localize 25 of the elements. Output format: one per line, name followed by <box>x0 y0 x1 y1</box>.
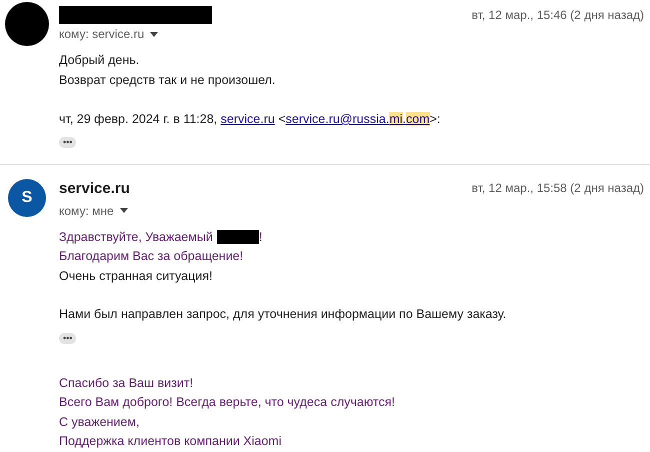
message-line: Возврат средств так и не произошел. <box>59 72 276 89</box>
redacted-avatar <box>5 2 49 46</box>
message-line: С уважением, <box>59 414 140 431</box>
show-trimmed-button[interactable]: ••• <box>59 332 76 344</box>
email-link[interactable]: service.ru <box>220 112 275 126</box>
message-date: вт, 12 мар., 15:58 (2 дня назад) <box>472 180 644 197</box>
message-line: Добрый день. <box>59 52 140 69</box>
message-line: Очень странная ситуация! <box>59 268 212 285</box>
recipient-label: кому: service.ru <box>59 26 144 43</box>
message-line: Спасибо за Ваш визит! <box>59 374 194 392</box>
recipient-label: кому: мне <box>59 202 114 220</box>
quote-header: чт, 29 февр. 2024 г. в 11:28, service.ru <service.ru@russia.mi.com>: <box>59 111 442 128</box>
message-date: вт, 12 мар., 15:46 (2 дня назад) <box>472 7 644 24</box>
dropdown-icon[interactable] <box>150 32 158 36</box>
sender-name: service.ru <box>59 179 130 199</box>
dropdown-icon[interactable] <box>120 208 128 213</box>
email-link[interactable]: service.ru@russia.mi.com <box>286 112 430 126</box>
message-line: Поддержка клиентов компании Xiaomi <box>59 433 282 450</box>
sender-avatar: S <box>8 179 46 217</box>
message-line: Всего Вам доброго! Всегда верьте, что чудеса случаются! <box>59 394 395 411</box>
message-line: ! <box>258 228 262 246</box>
message-line: Здравствуйте, Уважаемый <box>59 228 213 246</box>
message-line: Нами был направлен запрос, для уточнения информации по Вашему заказу. <box>59 306 506 323</box>
show-trimmed-button[interactable]: ••• <box>59 137 76 148</box>
message-line: Благодарим Вас за обращение! <box>59 248 244 265</box>
